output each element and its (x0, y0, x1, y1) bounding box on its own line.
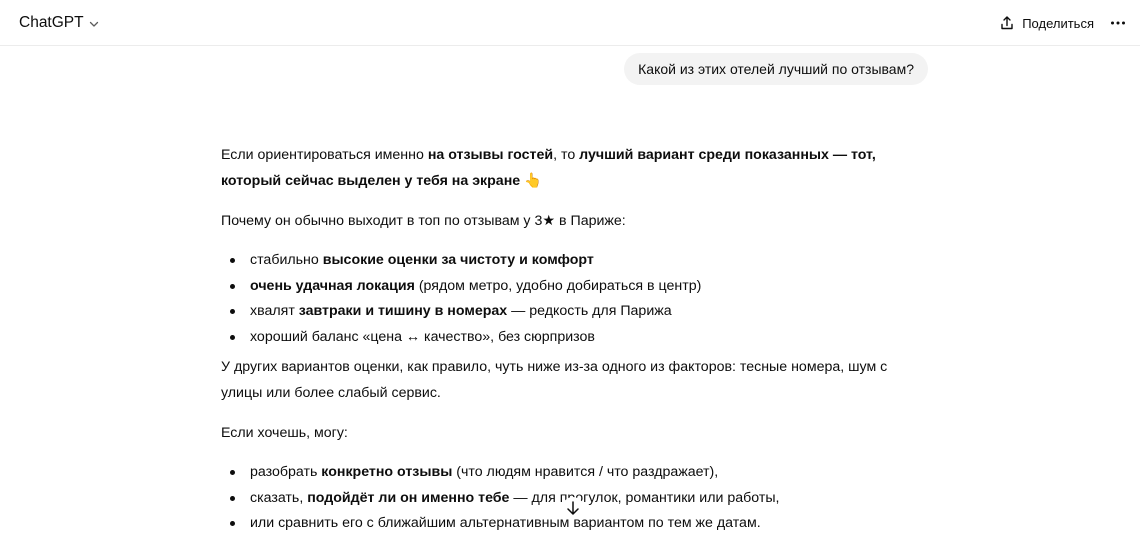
more-options-button[interactable] (1104, 8, 1132, 38)
more-options-icon (1111, 21, 1125, 25)
user-message-bubble: Какой из этих отелей лучший по отзывам? (624, 53, 928, 85)
bold-run: на отзывы гостей (427, 147, 554, 163)
pointing-up-emoji: 👆 (524, 173, 542, 189)
user-message-text: Какой из этих отелей лучший по отзывам? (638, 61, 914, 77)
answer-paragraph-why: Почему он обычно выходит в топ по отзыва… (221, 213, 626, 229)
share-label: Поделиться (1022, 15, 1094, 31)
list-item: стабильно высокие оценки за чистоту и ко… (221, 248, 921, 274)
model-name: ChatGPT (19, 14, 84, 31)
text-run: — редкость для Парижа (507, 303, 672, 319)
share-icon (1001, 16, 1013, 30)
list-item: очень удачная локация (рядом метро, удоб… (221, 274, 921, 300)
list-item: хвалят завтраки и тишину в номерах — ред… (221, 299, 921, 325)
text-run: или сравнить его с ближайшим альтернатив… (250, 515, 761, 531)
chevron-down-icon (89, 21, 98, 27)
text-run: хороший баланс «цена ↔ качество», без сю… (250, 328, 595, 345)
text-run: хвалят (250, 303, 299, 319)
answer-paragraph-others: У других вариантов оценки, как правило, … (221, 359, 888, 401)
bold-run: конкретно отзывы (321, 464, 453, 480)
text-run: Если ориентироваться именно (221, 147, 428, 163)
list-item: разобрать конкретно отзывы (что людям нр… (221, 460, 921, 486)
model-selector-button[interactable]: ChatGPT (12, 8, 107, 38)
reasons-list: стабильно высокие оценки за чистоту и ко… (221, 248, 921, 350)
assistant-message: Если ориентироваться именно на отзывы го… (221, 142, 921, 537)
share-button[interactable]: Поделиться (991, 8, 1102, 38)
top-bar: ChatGPT Поделиться (0, 0, 1140, 46)
bold-run: очень удачная локация (250, 277, 415, 294)
list-item: хороший баланс «цена ↔ качество», без сю… (221, 325, 921, 351)
scroll-to-bottom-button[interactable] (562, 497, 584, 519)
bold-run: высокие оценки за чистоту и комфорт (322, 252, 594, 268)
arrow-down-icon (567, 501, 579, 515)
bold-run: завтраки и тишину в номерах (298, 303, 508, 319)
answer-paragraph-offer: Если хочешь, могу: (221, 425, 348, 441)
text-run: — для прогулок, романтики или работы, (509, 489, 780, 506)
text-run: разобрать (250, 464, 322, 480)
answer-paragraph-intro: Если ориентироваться именно на отзывы го… (221, 142, 921, 194)
text-run: стабильно (250, 252, 323, 268)
text-run: сказать, (250, 489, 308, 506)
text-run: (рядом метро, удобно добираться в центр) (414, 277, 702, 294)
text-run: (что людям нравится / что раздражает), (452, 464, 719, 480)
text-run: , то (553, 147, 580, 163)
bold-run: подойдёт ли он именно тебе (307, 489, 510, 506)
